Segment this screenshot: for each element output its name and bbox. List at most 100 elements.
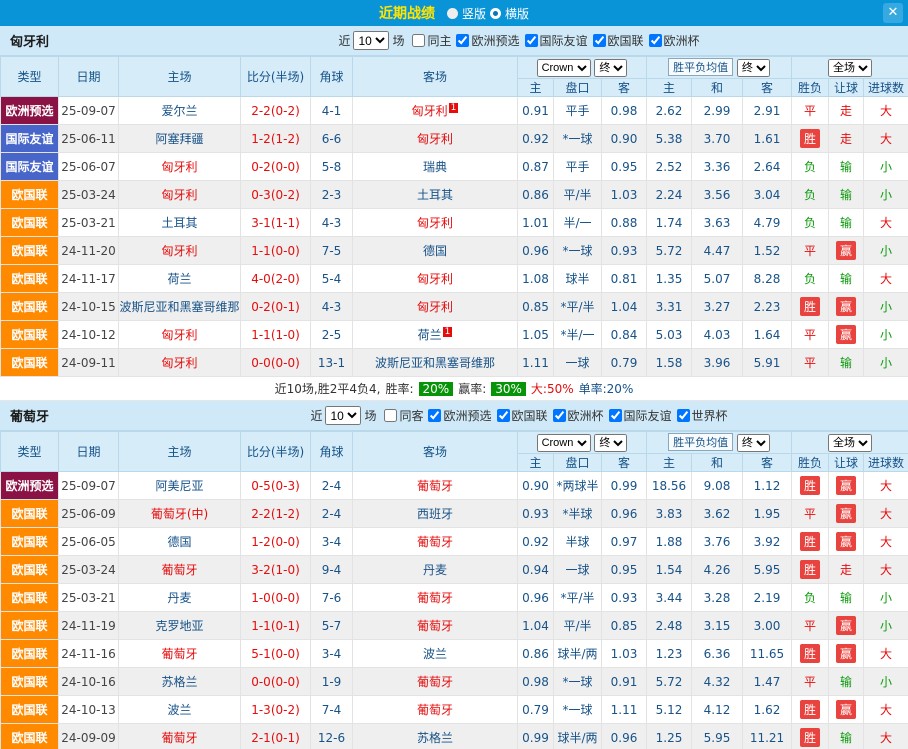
home-team[interactable]: 匈牙利 — [161, 328, 197, 342]
away-team[interactable]: 葡萄牙 — [417, 703, 453, 717]
filter-checkbox[interactable] — [609, 409, 622, 422]
away-team[interactable]: 匈牙利 — [417, 216, 453, 230]
filter-checkbox[interactable] — [553, 409, 566, 422]
home-team[interactable]: 苏格兰 — [161, 675, 197, 689]
away-team[interactable]: 西班牙 — [417, 507, 453, 521]
filter-checkbox[interactable] — [456, 34, 469, 47]
match-score[interactable]: 1-1(0-0) — [241, 237, 311, 265]
filter-checkbox[interactable] — [384, 409, 397, 422]
filter-checkbox-item[interactable]: 欧国联 — [497, 407, 548, 424]
avg-odds-button[interactable]: 胜平负均值 — [668, 433, 733, 451]
filter-checkbox[interactable] — [649, 34, 662, 47]
match-score[interactable]: 2-2(0-2) — [241, 97, 311, 125]
match-score[interactable]: 0-0(0-0) — [241, 668, 311, 696]
match-score[interactable]: 0-2(0-1) — [241, 293, 311, 321]
home-team[interactable]: 波兰 — [167, 703, 191, 717]
filter-checkbox-item[interactable]: 欧洲杯 — [553, 407, 604, 424]
away-team[interactable]: 波兰 — [423, 647, 447, 661]
match-score[interactable]: 0-5(0-3) — [241, 472, 311, 500]
home-team[interactable]: 匈牙利 — [161, 244, 197, 258]
away-team[interactable]: 瑞典 — [423, 160, 447, 174]
filter-checkbox[interactable] — [497, 409, 510, 422]
filter-checkbox[interactable] — [428, 409, 441, 422]
home-team[interactable]: 丹麦 — [167, 591, 191, 605]
away-team[interactable]: 荷兰 — [418, 328, 442, 342]
avg-odds-button[interactable]: 胜平负均值 — [668, 58, 733, 76]
match-score[interactable]: 1-3(0-2) — [241, 696, 311, 724]
filter-checkbox[interactable] — [412, 34, 425, 47]
match-count-select[interactable]: 10 — [353, 31, 389, 50]
filter-checkbox[interactable] — [525, 34, 538, 47]
corner-score: 9-4 — [311, 556, 353, 584]
scope-select[interactable]: 全场 — [828, 434, 872, 452]
home-team[interactable]: 葡萄牙 — [161, 731, 197, 745]
home-team[interactable]: 阿美尼亚 — [155, 479, 203, 493]
away-team[interactable]: 土耳其 — [417, 188, 453, 202]
match-count-select[interactable]: 10 — [325, 406, 361, 425]
filter-checkbox[interactable] — [677, 409, 690, 422]
match-score[interactable]: 0-2(0-0) — [241, 153, 311, 181]
filter-checkbox-item[interactable]: 同主 — [412, 32, 451, 49]
away-team[interactable]: 匈牙利 — [417, 300, 453, 314]
away-team[interactable]: 葡萄牙 — [417, 479, 453, 493]
home-team[interactable]: 匈牙利 — [161, 160, 197, 174]
home-team[interactable]: 爱尔兰 — [161, 104, 197, 118]
away-team[interactable]: 苏格兰 — [417, 731, 453, 745]
odds-time-select[interactable]: 终 — [594, 434, 627, 452]
filter-checkbox[interactable] — [593, 34, 606, 47]
away-team[interactable]: 葡萄牙 — [417, 535, 453, 549]
away-team[interactable]: 丹麦 — [423, 563, 447, 577]
match-score[interactable]: 1-1(1-0) — [241, 321, 311, 349]
home-team[interactable]: 阿塞拜疆 — [155, 132, 203, 146]
home-team[interactable]: 葡萄牙 — [161, 563, 197, 577]
away-team[interactable]: 匈牙利 — [417, 272, 453, 286]
filter-checkbox-item[interactable]: 欧洲杯 — [649, 32, 700, 49]
away-team[interactable]: 葡萄牙 — [417, 619, 453, 633]
home-team[interactable]: 匈牙利 — [161, 356, 197, 370]
close-icon[interactable]: ✕ — [883, 3, 903, 23]
bookmaker-select[interactable]: Crown — [537, 434, 591, 452]
match-score[interactable]: 1-2(0-0) — [241, 528, 311, 556]
bookmaker-select[interactable]: Crown — [537, 59, 591, 77]
away-team[interactable]: 葡萄牙 — [417, 591, 453, 605]
match-score[interactable]: 5-1(0-0) — [241, 640, 311, 668]
filter-checkbox-item[interactable]: 欧洲预选 — [428, 407, 491, 424]
home-team[interactable]: 葡萄牙(中) — [151, 507, 208, 521]
home-team[interactable]: 克罗地亚 — [155, 619, 203, 633]
odds-time-select[interactable]: 终 — [594, 59, 627, 77]
filter-checkbox-item[interactable]: 欧国联 — [593, 32, 644, 49]
filter-checkbox-item[interactable]: 国际友谊 — [609, 407, 672, 424]
match-score[interactable]: 1-1(0-1) — [241, 612, 311, 640]
match-score[interactable]: 3-1(1-1) — [241, 209, 311, 237]
filter-checkbox-item[interactable]: 世界杯 — [677, 407, 728, 424]
radio-label[interactable]: 竖版 — [462, 5, 486, 22]
match-score[interactable]: 0-3(0-2) — [241, 181, 311, 209]
away-team[interactable]: 葡萄牙 — [417, 675, 453, 689]
match-score[interactable]: 1-2(1-2) — [241, 125, 311, 153]
home-team[interactable]: 德国 — [167, 535, 191, 549]
match-score[interactable]: 1-0(0-0) — [241, 584, 311, 612]
avg-time-select[interactable]: 终 — [737, 434, 770, 452]
filter-checkbox-item[interactable]: 欧洲预选 — [456, 32, 519, 49]
radio-vertical[interactable] — [447, 8, 458, 19]
home-team[interactable]: 波斯尼亚和黑塞哥维那 — [119, 300, 239, 314]
match-score[interactable]: 2-1(0-1) — [241, 724, 311, 749]
match-score[interactable]: 2-2(1-2) — [241, 500, 311, 528]
scope-select[interactable]: 全场 — [828, 59, 872, 77]
away-team[interactable]: 德国 — [423, 244, 447, 258]
avg-time-select[interactable]: 终 — [737, 59, 770, 77]
radio-horizontal[interactable] — [490, 8, 501, 19]
radio-label[interactable]: 横版 — [505, 5, 529, 22]
home-team[interactable]: 土耳其 — [161, 216, 197, 230]
away-team[interactable]: 匈牙利 — [412, 104, 448, 118]
home-team[interactable]: 葡萄牙 — [161, 647, 197, 661]
match-score[interactable]: 0-0(0-0) — [241, 349, 311, 377]
away-team[interactable]: 波斯尼亚和黑塞哥维那 — [375, 356, 495, 370]
home-team[interactable]: 匈牙利 — [161, 188, 197, 202]
away-team[interactable]: 匈牙利 — [417, 132, 453, 146]
home-team[interactable]: 荷兰 — [167, 272, 191, 286]
filter-checkbox-item[interactable]: 同客 — [384, 407, 423, 424]
match-score[interactable]: 3-2(1-0) — [241, 556, 311, 584]
match-score[interactable]: 4-0(2-0) — [241, 265, 311, 293]
filter-checkbox-item[interactable]: 国际友谊 — [525, 32, 588, 49]
